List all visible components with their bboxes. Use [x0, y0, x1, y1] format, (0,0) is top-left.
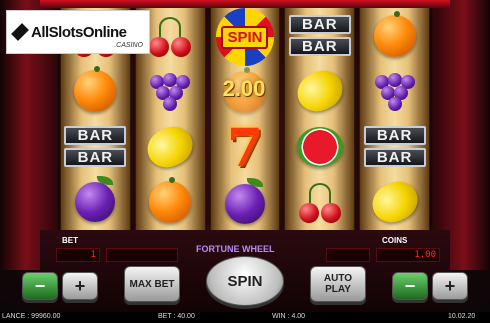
balance-readout: LANCE : 99960.00 [2, 313, 61, 320]
reel-cell [360, 64, 429, 120]
reel-cell [285, 175, 354, 231]
reel-cell [136, 175, 205, 231]
grapes-symbol [146, 71, 194, 112]
game-title: FORTUNE WHEEL [196, 244, 275, 254]
reel-cell [211, 178, 280, 231]
bet-minus-button[interactable]: − [22, 272, 58, 300]
plum-symbol [75, 176, 116, 223]
coins-display: 1.00 [376, 248, 440, 262]
reel-5: BAR BAR [359, 8, 430, 230]
seven-symbol: 7 [226, 117, 264, 179]
slot-cabinet: BAR BAR SPIN 7 BAR BAR BAR BAR 2.00 AllS… [0, 0, 490, 323]
clock-readout: 10.02.20 [448, 313, 476, 320]
coins-display-secondary [326, 248, 370, 262]
lemon-symbol [365, 175, 424, 230]
bet-plus-button[interactable]: + [62, 272, 98, 300]
bet-display-secondary [106, 248, 178, 262]
win-amount-overlay: 2.00 [222, 76, 266, 101]
total-bet-readout: BET : 40.00 [158, 313, 195, 320]
auto-play-button[interactable]: AUTO PLAY [310, 266, 366, 302]
reel-cell [61, 64, 130, 120]
coins-minus-button[interactable]: − [392, 272, 428, 300]
reel-3: SPIN 7 [209, 8, 281, 231]
spin-wheel-symbol: SPIN [215, 8, 274, 66]
bar-label: BAR [288, 37, 351, 57]
bar-symbol: BAR BAR [288, 15, 351, 57]
bet-label: BET [62, 236, 78, 245]
lemon-symbol [141, 119, 200, 174]
reel-cell [136, 64, 205, 120]
orange-symbol [373, 10, 416, 57]
logo-text: AllSlotsOnline [31, 23, 127, 41]
reel-cell [136, 119, 205, 175]
site-logo: AllSlotsOnline .CASINO [6, 10, 150, 54]
cabinet-top-bar [40, 0, 450, 8]
lemon-symbol [290, 64, 349, 119]
bar-label: BAR [64, 126, 127, 146]
grapes-symbol [371, 71, 419, 112]
bet-display: 1 [56, 248, 100, 262]
watermelon-symbol [296, 126, 343, 167]
reel-cell: BAR BAR [285, 8, 354, 64]
orange-symbol [149, 177, 192, 224]
bar-symbol: BAR BAR [363, 126, 426, 168]
reel-cell: SPIN [211, 8, 280, 66]
logo-diamond-icon [11, 23, 29, 41]
bar-label: BAR [288, 15, 351, 35]
coins-label: COINS [382, 236, 408, 245]
coins-plus-button[interactable]: + [432, 272, 468, 300]
max-bet-button[interactable]: MAX BET [124, 266, 180, 302]
reel-cell [285, 64, 354, 120]
cherries-symbol [297, 181, 343, 224]
reel-cell [360, 175, 429, 231]
spin-symbol-label: SPIN [221, 25, 269, 49]
reel-cell: BAR BAR [61, 119, 130, 175]
bar-label: BAR [363, 126, 426, 146]
logo-suffix: .CASINO [114, 42, 143, 49]
bar-label: BAR [363, 148, 426, 168]
reel-cell [360, 8, 429, 64]
bar-symbol: BAR BAR [64, 126, 127, 168]
reel-cell: 7 [211, 118, 280, 179]
win-readout: WIN : 4.00 [272, 313, 306, 320]
reel-cell [285, 119, 354, 175]
orange-symbol [74, 66, 117, 113]
plum-symbol [224, 178, 265, 225]
reel-4: BAR BAR [284, 8, 356, 231]
spin-button[interactable]: SPIN [206, 256, 284, 306]
status-bar: LANCE : 99960.00 BET : 40.00 WIN : 4.00 … [0, 312, 490, 323]
bar-label: BAR [64, 148, 127, 168]
cherries-symbol [147, 15, 193, 57]
reel-cell [61, 175, 130, 231]
reel-cell: BAR BAR [360, 119, 429, 175]
